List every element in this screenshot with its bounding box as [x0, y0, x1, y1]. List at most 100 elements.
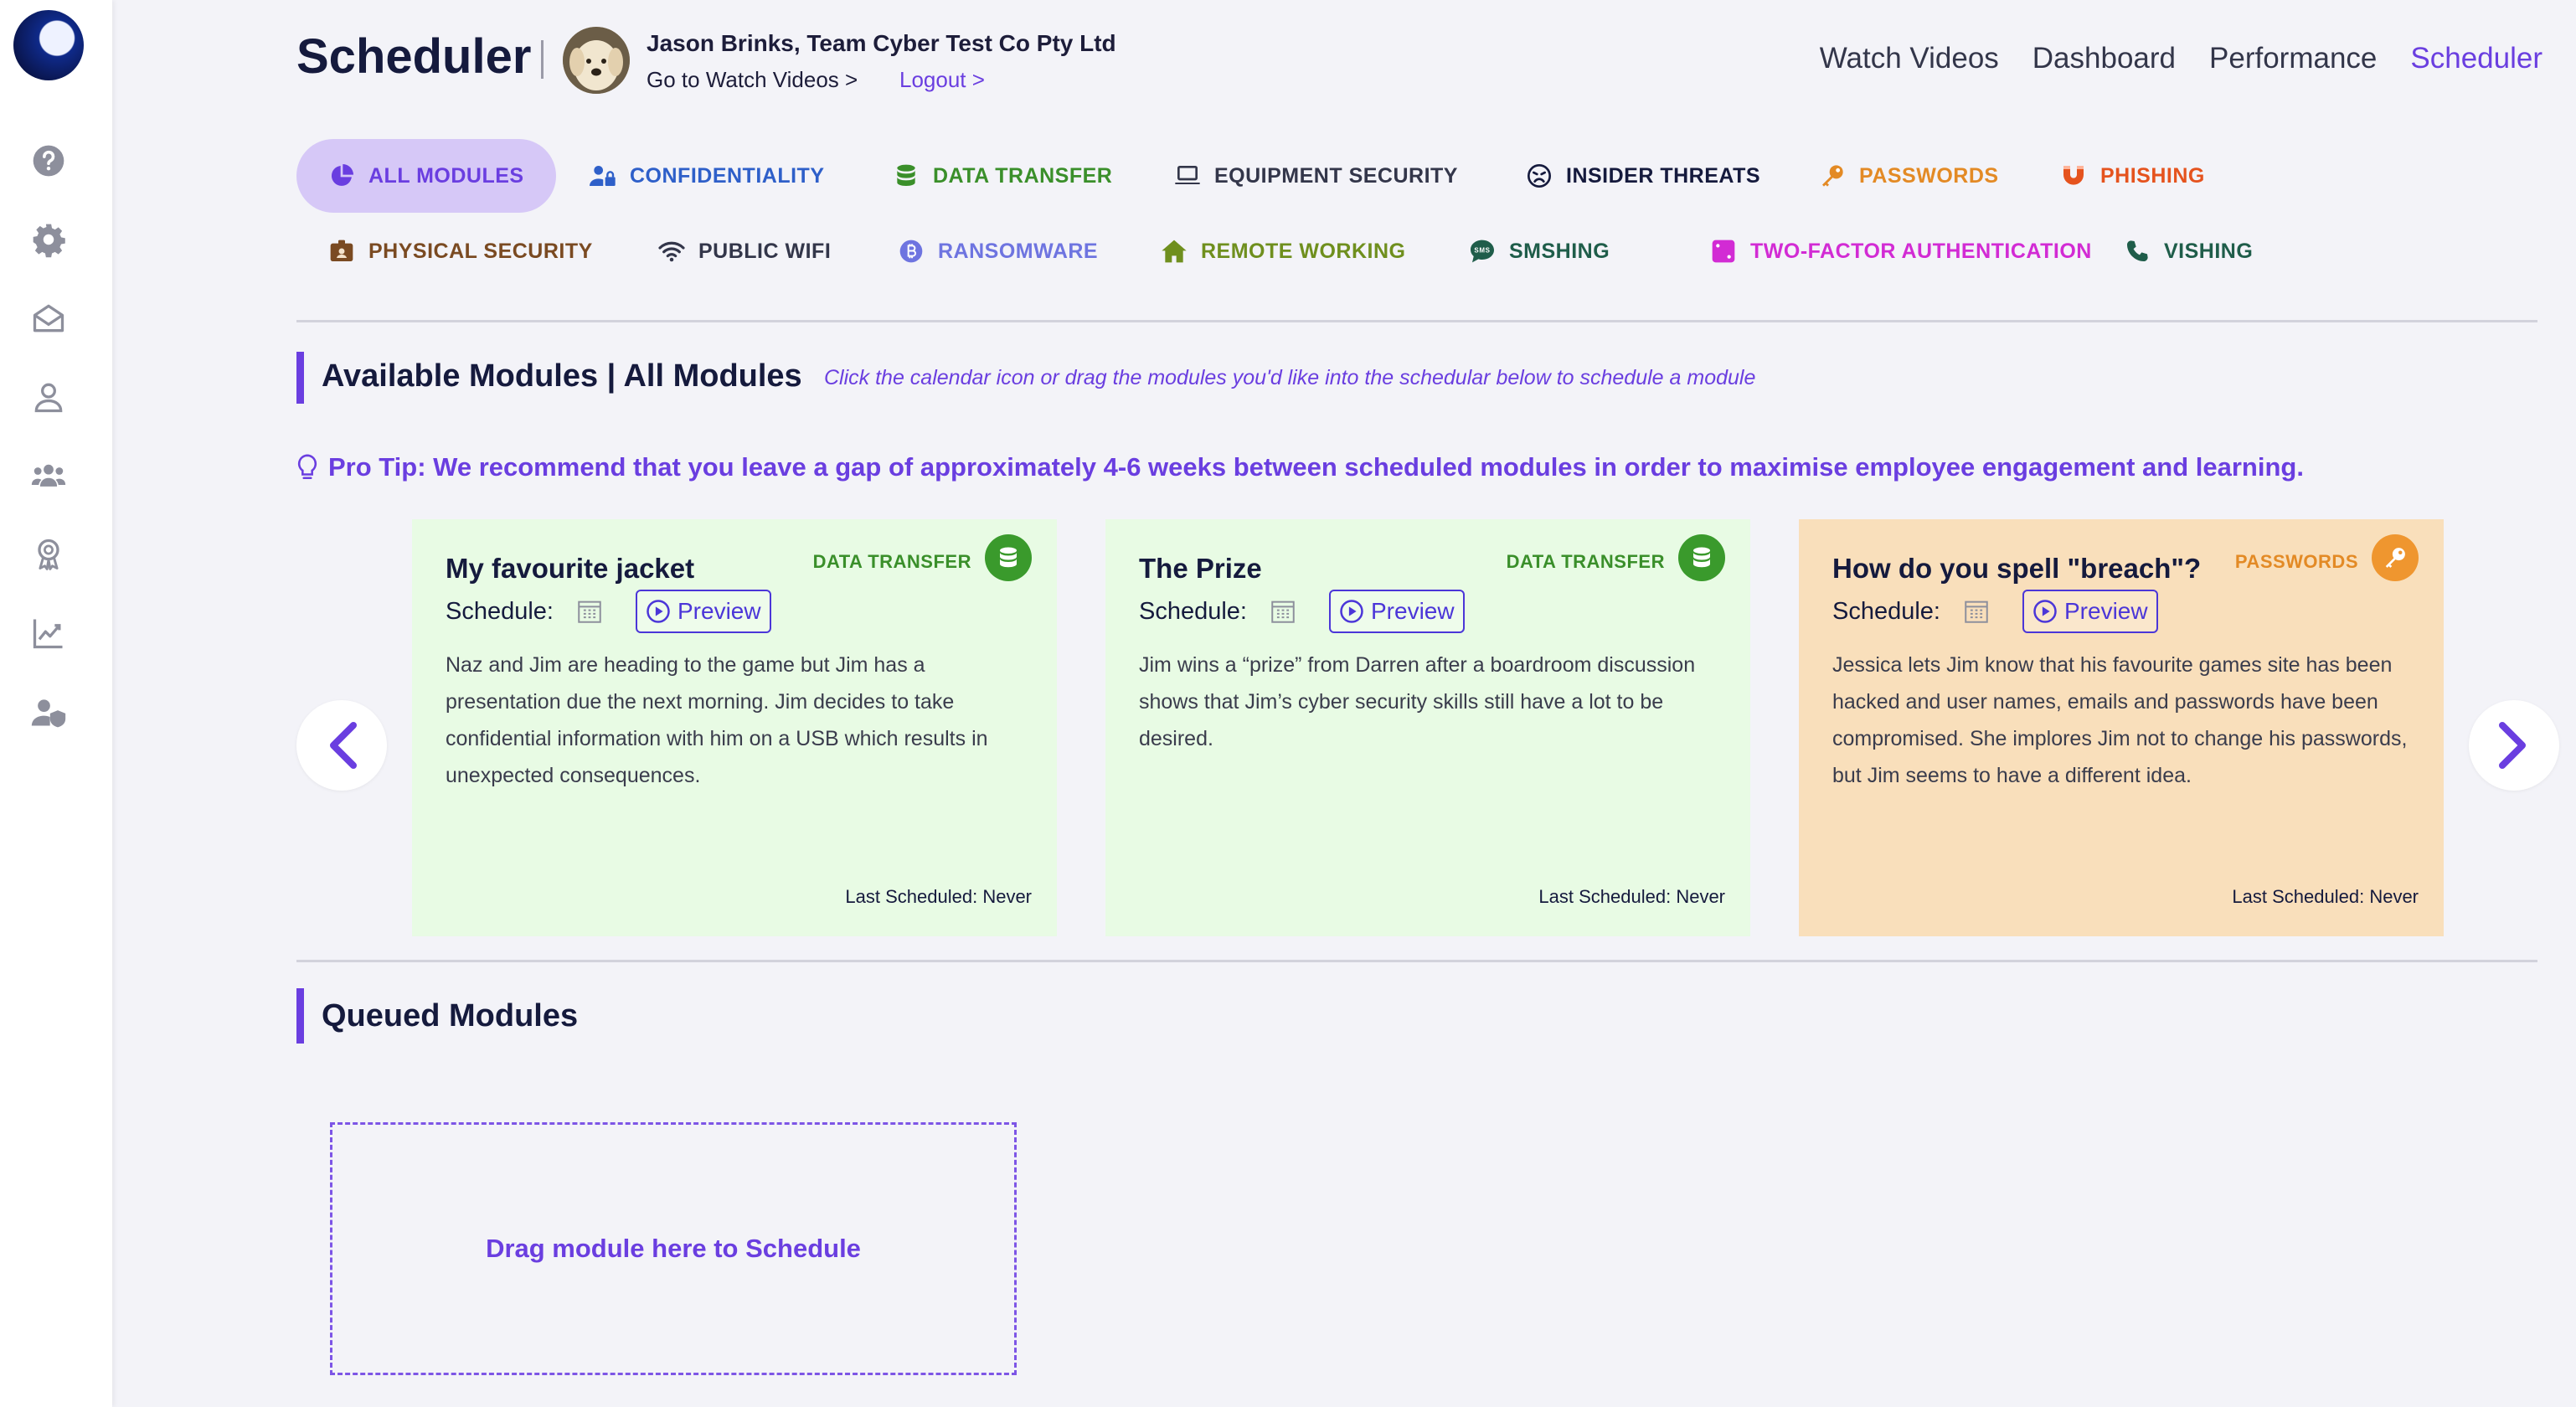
top-navigation: Watch Videos Dashboard Performance Sched…: [1820, 42, 2543, 75]
svg-text:SMS: SMS: [1474, 246, 1490, 254]
play-circle-icon: [2033, 600, 2057, 623]
tab-all-modules[interactable]: ALL MODULES: [296, 139, 556, 213]
module-category-tag: PASSWORDS: [2234, 551, 2358, 572]
last-scheduled: Last Scheduled: Never: [845, 886, 1032, 907]
module-title: The Prize: [1139, 553, 1262, 584]
play-circle-icon: [1340, 600, 1363, 623]
module-description: Naz and Jim are heading to the game but …: [446, 653, 988, 787]
tab-label: PHISHING: [2100, 163, 2205, 188]
schedule-row: Schedule: Preview: [1139, 590, 1465, 633]
schedule-row: Schedule: Preview: [446, 590, 771, 633]
tab-label: SMSHING: [1509, 239, 1610, 263]
tab-label: DATA TRANSFER: [933, 163, 1113, 188]
play-circle-icon: [647, 600, 670, 623]
tab-label: VISHING: [2164, 239, 2254, 263]
tab-label: EQUIPMENT SECURITY: [1214, 163, 1458, 188]
calendar-icon[interactable]: [575, 597, 604, 626]
pro-tip-text: Pro Tip: We recommend that you leave a g…: [328, 452, 2304, 482]
preview-button[interactable]: Preview: [2022, 590, 2158, 633]
tab-vishing[interactable]: VISHING: [2124, 214, 2253, 288]
tab-smshing[interactable]: SMS SMSHING: [1469, 214, 1610, 288]
divider: [296, 960, 2537, 962]
tab-label: RANSOMWARE: [938, 239, 1099, 263]
nav-scheduler[interactable]: Scheduler: [2410, 42, 2543, 75]
user-icon[interactable]: [28, 377, 69, 417]
tab-two-factor-authentication[interactable]: TWO-FACTOR AUTHENTICATION: [1710, 214, 2092, 288]
module-category-badge: [2372, 534, 2419, 581]
module-description: Jim wins a “prize” from Darren after a b…: [1139, 653, 1696, 750]
tab-equipment-security[interactable]: EQUIPMENT SECURITY: [1174, 139, 1458, 213]
group-icon[interactable]: [28, 456, 69, 496]
preview-button[interactable]: Preview: [636, 590, 771, 633]
lightbulb-icon: [297, 454, 317, 480]
module-card[interactable]: DATA TRANSFER The Prize Schedule: Previe…: [1105, 519, 1750, 936]
tab-insider-threats[interactable]: INSIDER THREATS: [1526, 139, 1760, 213]
bitcoin-icon: [899, 240, 923, 263]
preview-label: Preview: [1371, 598, 1455, 624]
preview-label: Preview: [677, 598, 761, 624]
phone-icon: [2127, 240, 2148, 261]
schedule-label: Schedule:: [1832, 597, 1940, 625]
house-icon: [1162, 240, 1187, 263]
key-icon: [2385, 548, 2405, 568]
user-name: Jason Brinks, Team Cyber Test Co Pty Ltd: [647, 30, 1116, 56]
help-icon[interactable]: [28, 141, 69, 181]
module-category-badge: [1678, 534, 1725, 581]
available-modules-title: Available Modules | All Modules: [322, 358, 802, 394]
key-icon: [1822, 165, 1843, 187]
tab-phishing[interactable]: PHISHING: [2060, 139, 2205, 213]
tab-ransomware[interactable]: RANSOMWARE: [898, 214, 1098, 288]
carousel-next-button[interactable]: [2469, 700, 2559, 791]
carousel-prev-button[interactable]: [296, 700, 387, 791]
module-title: My favourite jacket: [446, 553, 695, 584]
tab-label: PHYSICAL SECURITY: [368, 239, 593, 263]
module-card[interactable]: DATA TRANSFER My favourite jacket Schedu…: [412, 519, 1057, 936]
pie-chart-icon: [331, 164, 353, 186]
sms-icon: SMS: [1471, 240, 1494, 263]
chart-icon[interactable]: [28, 613, 69, 653]
app-logo[interactable]: [13, 10, 84, 80]
dropzone-label: Drag module here to Schedule: [486, 1234, 861, 1263]
calendar-icon[interactable]: [1962, 597, 1991, 626]
tab-remote-working[interactable]: REMOTE WORKING: [1161, 214, 1406, 288]
module-card[interactable]: PASSWORDS How do you spell "breach"? Sch…: [1799, 519, 2444, 936]
tab-physical-security[interactable]: PHYSICAL SECURITY: [328, 214, 593, 288]
divider: [296, 320, 2537, 322]
wifi-icon: [658, 241, 685, 262]
schedule-dropzone[interactable]: Drag module here to Schedule: [330, 1122, 1017, 1375]
tab-label: CONFIDENTIALITY: [630, 163, 825, 188]
id-badge-icon: [330, 240, 353, 261]
nav-dashboard[interactable]: Dashboard: [2032, 42, 2176, 75]
magnet-icon: [2063, 166, 2084, 185]
sidebar: [0, 0, 112, 1407]
dice-icon: [1712, 240, 1735, 263]
schedule-label: Schedule:: [1139, 597, 1247, 625]
go-to-watch-videos-link[interactable]: Go to Watch Videos >: [647, 67, 858, 93]
nav-watch-videos[interactable]: Watch Videos: [1820, 42, 1999, 75]
avatar[interactable]: [563, 27, 630, 94]
page-title: Scheduler: [296, 29, 532, 84]
database-icon: [897, 164, 915, 186]
tab-data-transfer[interactable]: DATA TRANSFER: [893, 139, 1112, 213]
tab-public-wifi[interactable]: PUBLIC WIFI: [658, 214, 831, 288]
preview-button[interactable]: Preview: [1329, 590, 1465, 633]
tab-confidentiality[interactable]: CONFIDENTIALITY: [590, 139, 825, 213]
tab-label: PASSWORDS: [1859, 163, 1999, 188]
award-icon[interactable]: [28, 534, 69, 575]
gear-icon[interactable]: [28, 219, 69, 260]
schedule-row: Schedule: Preview: [1832, 590, 2158, 633]
preview-label: Preview: [2064, 598, 2148, 624]
database-icon: [1693, 547, 1710, 568]
mail-open-icon[interactable]: [28, 298, 69, 338]
logout-link[interactable]: Logout >: [899, 67, 985, 93]
user-shield-icon[interactable]: [28, 692, 69, 732]
last-scheduled: Last Scheduled: Never: [1538, 886, 1725, 907]
tab-label: INSIDER THREATS: [1566, 163, 1761, 188]
nav-performance[interactable]: Performance: [2209, 42, 2377, 75]
calendar-icon[interactable]: [1269, 597, 1297, 626]
section-accent-bar: [296, 988, 304, 1044]
tab-passwords[interactable]: PASSWORDS: [1819, 139, 1999, 213]
chevron-left-icon: [330, 722, 357, 769]
module-category-tag: DATA TRANSFER: [1506, 551, 1665, 572]
angry-face-icon: [1528, 164, 1551, 188]
